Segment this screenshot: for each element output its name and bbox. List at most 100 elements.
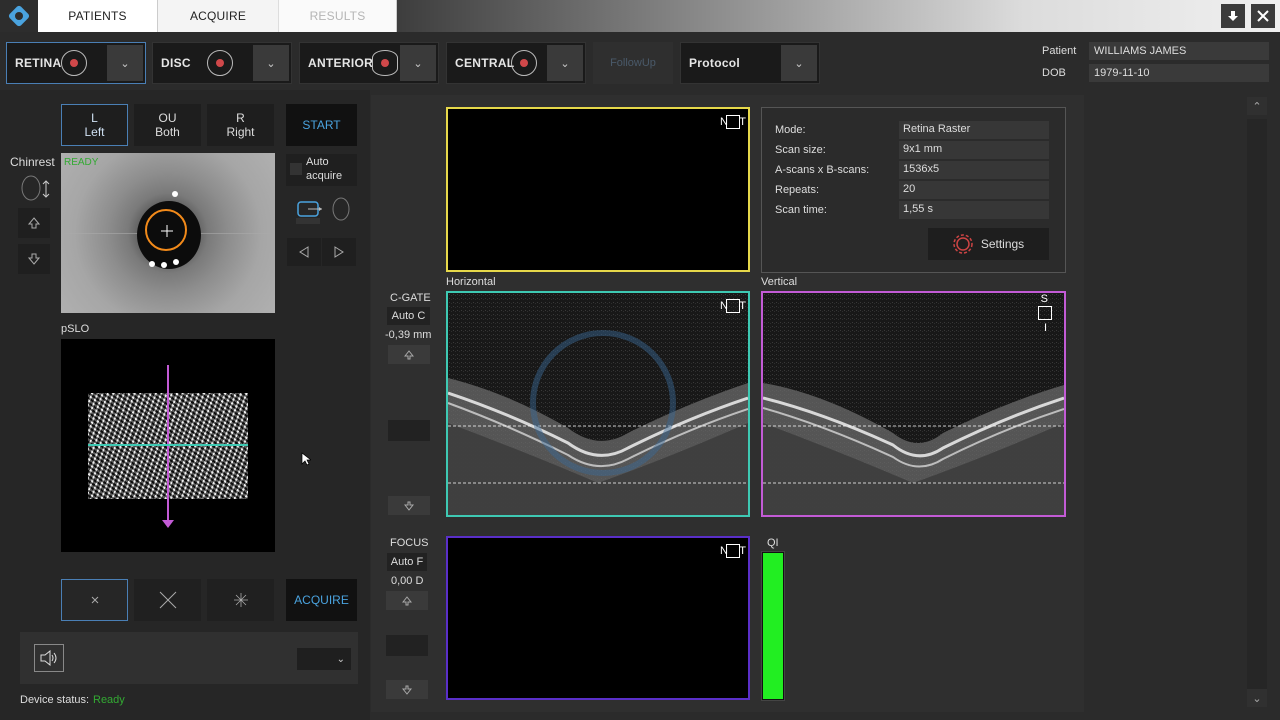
eye-right-button[interactable]: R Right [207,104,274,146]
chevron-down-icon[interactable]: ⌄ [547,45,583,81]
patient-label: Patient [1042,45,1077,57]
right-gutter [1084,95,1244,712]
eye-left-button[interactable]: L Left [61,104,128,146]
scan-pattern-cross-button[interactable] [134,579,201,621]
start-button[interactable]: START [286,104,357,146]
scan-time-value: 1,55 s [899,201,1049,219]
radial-icon [233,593,248,607]
cgate-up-button[interactable] [388,345,430,364]
mode-disc-label: DISC [161,56,191,70]
arrow-right-icon [334,246,344,258]
focus-value: 0,00 D [391,575,424,587]
chinrest-icon [18,173,52,203]
eye-both-label: Both [155,125,180,139]
scan-size-label: Scan size: [775,144,826,156]
eye-left-label: Left [84,125,105,139]
scan-settings-panel: Mode: Retina Raster Scan size: 9x1 mm A-… [761,107,1066,273]
qi-label: QI [767,537,779,549]
orientation-icon [1038,306,1052,320]
scan-time-label: Scan time: [775,204,827,216]
reflection-dot [173,259,179,265]
repeats-label: Repeats: [775,184,820,196]
tab-acquire[interactable]: ACQUIRE [158,0,278,32]
chevron-down-icon[interactable]: ⌄ [253,45,289,81]
close-button[interactable] [1251,4,1275,28]
chevron-down-icon[interactable]: ⌄ [400,45,436,81]
eye-both-button[interactable]: OU Both [134,104,201,146]
horizontal-scan-line [88,444,248,446]
orientation-icon [726,299,740,313]
move-right-button[interactable] [322,238,356,266]
mode-anterior[interactable]: ANTERIOR ⌄ [299,42,439,84]
focus-slider[interactable] [386,635,428,656]
arrow-down-icon [28,253,40,265]
inferior-label: I [1043,322,1047,334]
focus-label: FOCUS [390,537,429,549]
qi-fill [763,553,783,699]
protocol-label: Protocol [689,56,741,70]
orientation-icon [726,115,740,129]
app-logo [0,0,38,32]
vertical-bscan[interactable]: S I [761,291,1066,517]
eye-right-code: R [236,111,245,125]
cgate-mode[interactable]: Auto C [387,307,430,325]
scroll-track[interactable] [1247,119,1267,689]
followup-button[interactable]: FollowUp [593,42,673,84]
speaker-button[interactable] [34,644,64,672]
settings-button[interactable]: Settings [928,228,1049,260]
move-left-button[interactable] [287,238,321,266]
mode-retina[interactable]: RETINA ⌄ [6,42,146,84]
crosshair-icon [161,225,173,237]
retina-icon [61,50,87,76]
mode-retina-label: RETINA [15,56,62,70]
oct-bscan-image [763,293,1064,515]
checkbox[interactable] [290,163,302,175]
cgate-value: -0,39 mm [385,329,432,341]
arrow-up-icon [28,217,40,229]
tab-patients[interactable]: PATIENTS [38,0,158,32]
orientation-icon [726,544,740,558]
auto-acquire-label: Auto acquire [306,156,343,182]
download-button[interactable] [1221,4,1245,28]
arrow-left-icon [299,246,309,258]
chinrest-down-button[interactable] [18,244,50,274]
focus-down-button[interactable] [386,680,428,699]
pslo-view[interactable] [61,339,275,552]
mode-central[interactable]: CENTRAL ⌄ [446,42,586,84]
acquire-button[interactable]: ACQUIRE [286,579,357,621]
fundus-preview: N T [446,536,750,700]
protocol-dropdown[interactable]: Protocol ⌄ [680,42,820,84]
eye-right-label: Right [226,125,255,139]
mode-disc[interactable]: DISC ⌄ [152,42,292,84]
volume-dropdown[interactable]: ⌄ [297,648,351,670]
mode-central-label: CENTRAL [455,56,515,70]
scan-pattern-single-button[interactable] [61,579,128,621]
scan-pattern-radial-button[interactable] [207,579,274,621]
device-status-label: Device status: [20,694,90,706]
cgate-slider[interactable] [388,420,430,441]
focus-up-button[interactable] [386,591,428,610]
auto-acquire-toggle[interactable]: Auto acquire [286,154,357,186]
chinrest-up-button[interactable] [18,208,50,238]
ascans-value: 1536x5 [899,161,1049,179]
chevron-down-icon[interactable]: ⌄ [781,45,817,81]
disc-icon [207,50,233,76]
cgate-down-button[interactable] [388,496,430,515]
focus-mode[interactable]: Auto F [387,553,427,571]
iris-status: READY [64,157,99,168]
mouse-cursor-icon [301,452,313,466]
arrow-up-icon [404,349,414,359]
scroll-down-button[interactable]: ⌄ [1247,689,1267,707]
iris-camera-view[interactable]: READY [61,153,275,313]
enface-preview: N T [446,107,750,272]
scrollbar[interactable]: ⌃ ⌄ [1246,97,1268,711]
oct-bscan-image [448,293,748,515]
chevron-down-icon[interactable]: ⌄ [107,45,143,81]
chinrest-label: Chinrest [10,155,55,169]
speaker-icon [40,650,57,666]
horizontal-bscan[interactable]: N T [446,291,750,517]
settings-label: Settings [980,237,1025,251]
scroll-up-button[interactable]: ⌃ [1247,97,1267,115]
tab-results[interactable]: RESULTS [278,0,397,32]
logo-icon [8,5,30,27]
